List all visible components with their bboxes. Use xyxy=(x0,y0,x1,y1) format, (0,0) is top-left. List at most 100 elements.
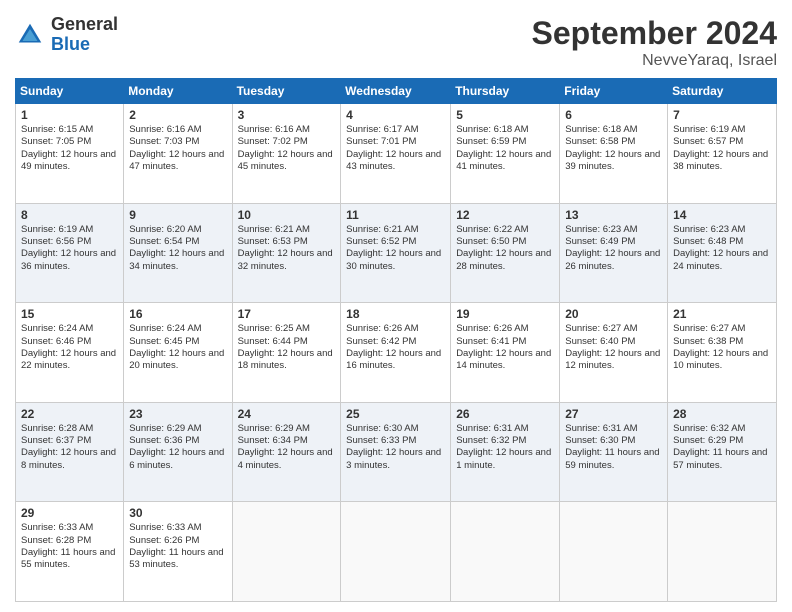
calendar-cell: 19 Sunrise: 6:26 AMSunset: 6:41 PMDayligh… xyxy=(451,303,560,403)
calendar-cell xyxy=(341,502,451,602)
day-info: Sunrise: 6:23 AMSunset: 6:49 PMDaylight:… xyxy=(565,224,662,273)
calendar-cell: 25Sunrise: 6:30 AMSunset: 6:33 PMDayligh… xyxy=(341,402,451,502)
calendar-cell: 13Sunrise: 6:23 AMSunset: 6:49 PMDayligh… xyxy=(560,203,668,303)
logo-icon xyxy=(15,20,45,50)
calendar-cell: 9Sunrise: 6:20 AMSunset: 6:54 PMDaylight… xyxy=(124,203,232,303)
header: General Blue September 2024 NevveYaraq, … xyxy=(15,15,777,70)
calendar-cell: 2 Sunrise: 6:16 AMSunset: 7:03 PMDaylight… xyxy=(124,104,232,204)
day-number: 11 xyxy=(346,208,445,222)
logo-general: General xyxy=(51,15,118,35)
day-info: Sunrise: 6:16 AMSunset: 7:02 PMDaylight:… xyxy=(238,124,336,173)
day-info: Sunrise: 6:18 AMSunset: 6:58 PMDaylight:… xyxy=(565,124,662,173)
calendar-header-tuesday: Tuesday xyxy=(232,79,341,104)
day-number: 17 xyxy=(238,307,336,321)
day-info: Sunrise: 6:27 AMSunset: 6:40 PMDaylight:… xyxy=(565,323,662,372)
calendar-cell: 26 Sunrise: 6:31 AMSunset: 6:32 PMDayligh… xyxy=(451,402,560,502)
day-info: Sunrise: 6:17 AMSunset: 7:01 PMDaylight:… xyxy=(346,124,445,173)
calendar-cell: 28 Sunrise: 6:32 AMSunset: 6:29 PMDayligh… xyxy=(668,402,777,502)
day-number: 21 xyxy=(673,307,771,321)
calendar-cell: 1 Sunrise: 6:15 AMSunset: 7:05 PMDaylight… xyxy=(16,104,124,204)
day-number: 19 xyxy=(456,307,554,321)
calendar-cell: 18 Sunrise: 6:26 AMSunset: 6:42 PMDayligh… xyxy=(341,303,451,403)
month-title: September 2024 xyxy=(532,15,777,52)
calendar-cell: 4 Sunrise: 6:17 AMSunset: 7:01 PMDaylight… xyxy=(341,104,451,204)
day-info: Sunrise: 6:24 AMSunset: 6:45 PMDaylight:… xyxy=(129,323,226,372)
calendar-header-wednesday: Wednesday xyxy=(341,79,451,104)
calendar-header-friday: Friday xyxy=(560,79,668,104)
day-number: 23 xyxy=(129,407,226,421)
calendar-cell: 30 Sunrise: 6:33 AMSunset: 6:26 PMDayligh… xyxy=(124,502,232,602)
calendar-cell: 16 Sunrise: 6:24 AMSunset: 6:45 PMDayligh… xyxy=(124,303,232,403)
calendar-cell: 6 Sunrise: 6:18 AMSunset: 6:58 PMDaylight… xyxy=(560,104,668,204)
calendar-cell: 8Sunrise: 6:19 AMSunset: 6:56 PMDaylight… xyxy=(16,203,124,303)
calendar-cell: 29Sunrise: 6:33 AMSunset: 6:28 PMDayligh… xyxy=(16,502,124,602)
calendar-cell: 27 Sunrise: 6:31 AMSunset: 6:30 PMDayligh… xyxy=(560,402,668,502)
day-info: Sunrise: 6:25 AMSunset: 6:44 PMDaylight:… xyxy=(238,323,336,372)
calendar-cell: 21 Sunrise: 6:27 AMSunset: 6:38 PMDayligh… xyxy=(668,303,777,403)
day-number: 18 xyxy=(346,307,445,321)
calendar-week-4: 22Sunrise: 6:28 AMSunset: 6:37 PMDayligh… xyxy=(16,402,777,502)
day-info: Sunrise: 6:29 AMSunset: 6:34 PMDaylight:… xyxy=(238,423,336,472)
day-number: 9 xyxy=(129,208,226,222)
calendar-cell: 24 Sunrise: 6:29 AMSunset: 6:34 PMDayligh… xyxy=(232,402,341,502)
location: NevveYaraq, Israel xyxy=(532,52,777,70)
day-number: 15 xyxy=(21,307,118,321)
calendar-header-sunday: Sunday xyxy=(16,79,124,104)
calendar-header-saturday: Saturday xyxy=(668,79,777,104)
calendar-week-1: 1 Sunrise: 6:15 AMSunset: 7:05 PMDaylight… xyxy=(16,104,777,204)
day-number: 16 xyxy=(129,307,226,321)
day-number: 24 xyxy=(238,407,336,421)
calendar-header-row: SundayMondayTuesdayWednesdayThursdayFrid… xyxy=(16,79,777,104)
page: General Blue September 2024 NevveYaraq, … xyxy=(0,0,792,612)
day-number: 30 xyxy=(129,506,226,520)
day-info: Sunrise: 6:26 AMSunset: 6:42 PMDaylight:… xyxy=(346,323,445,372)
day-number: 28 xyxy=(673,407,771,421)
day-info: Sunrise: 6:31 AMSunset: 6:32 PMDaylight:… xyxy=(456,423,554,472)
day-number: 20 xyxy=(565,307,662,321)
day-number: 5 xyxy=(456,108,554,122)
calendar-cell xyxy=(560,502,668,602)
day-info: Sunrise: 6:21 AMSunset: 6:53 PMDaylight:… xyxy=(238,224,336,273)
day-info: Sunrise: 6:22 AMSunset: 6:50 PMDaylight:… xyxy=(456,224,554,273)
calendar-cell xyxy=(451,502,560,602)
day-info: Sunrise: 6:21 AMSunset: 6:52 PMDaylight:… xyxy=(346,224,445,273)
calendar-cell: 10 Sunrise: 6:21 AMSunset: 6:53 PMDayligh… xyxy=(232,203,341,303)
day-number: 27 xyxy=(565,407,662,421)
day-info: Sunrise: 6:15 AMSunset: 7:05 PMDaylight:… xyxy=(21,124,118,173)
day-info: Sunrise: 6:19 AMSunset: 6:56 PMDaylight:… xyxy=(21,224,118,273)
calendar-cell xyxy=(668,502,777,602)
day-number: 2 xyxy=(129,108,226,122)
day-info: Sunrise: 6:18 AMSunset: 6:59 PMDaylight:… xyxy=(456,124,554,173)
calendar-cell: 22Sunrise: 6:28 AMSunset: 6:37 PMDayligh… xyxy=(16,402,124,502)
calendar-cell xyxy=(232,502,341,602)
calendar-cell: 12 Sunrise: 6:22 AMSunset: 6:50 PMDayligh… xyxy=(451,203,560,303)
calendar-week-2: 8Sunrise: 6:19 AMSunset: 6:56 PMDaylight… xyxy=(16,203,777,303)
logo: General Blue xyxy=(15,15,118,55)
day-info: Sunrise: 6:24 AMSunset: 6:46 PMDaylight:… xyxy=(21,323,118,372)
calendar-cell: 7Sunrise: 6:19 AMSunset: 6:57 PMDaylight… xyxy=(668,104,777,204)
day-info: Sunrise: 6:23 AMSunset: 6:48 PMDaylight:… xyxy=(673,224,771,273)
day-number: 10 xyxy=(238,208,336,222)
day-number: 3 xyxy=(238,108,336,122)
calendar-table: SundayMondayTuesdayWednesdayThursdayFrid… xyxy=(15,78,777,602)
day-number: 29 xyxy=(21,506,118,520)
day-info: Sunrise: 6:16 AMSunset: 7:03 PMDaylight:… xyxy=(129,124,226,173)
day-number: 1 xyxy=(21,108,118,122)
calendar-cell: 23Sunrise: 6:29 AMSunset: 6:36 PMDayligh… xyxy=(124,402,232,502)
day-number: 4 xyxy=(346,108,445,122)
day-info: Sunrise: 6:26 AMSunset: 6:41 PMDaylight:… xyxy=(456,323,554,372)
calendar-cell: 17 Sunrise: 6:25 AMSunset: 6:44 PMDayligh… xyxy=(232,303,341,403)
day-info: Sunrise: 6:31 AMSunset: 6:30 PMDaylight:… xyxy=(565,423,662,472)
day-info: Sunrise: 6:33 AMSunset: 6:26 PMDaylight:… xyxy=(129,522,226,571)
calendar-week-5: 29Sunrise: 6:33 AMSunset: 6:28 PMDayligh… xyxy=(16,502,777,602)
day-info: Sunrise: 6:32 AMSunset: 6:29 PMDaylight:… xyxy=(673,423,771,472)
day-number: 12 xyxy=(456,208,554,222)
calendar-header-thursday: Thursday xyxy=(451,79,560,104)
day-info: Sunrise: 6:27 AMSunset: 6:38 PMDaylight:… xyxy=(673,323,771,372)
calendar-cell: 3 Sunrise: 6:16 AMSunset: 7:02 PMDaylight… xyxy=(232,104,341,204)
calendar-cell: 11 Sunrise: 6:21 AMSunset: 6:52 PMDayligh… xyxy=(341,203,451,303)
day-number: 6 xyxy=(565,108,662,122)
day-number: 22 xyxy=(21,407,118,421)
day-number: 26 xyxy=(456,407,554,421)
logo-text: General Blue xyxy=(51,15,118,55)
